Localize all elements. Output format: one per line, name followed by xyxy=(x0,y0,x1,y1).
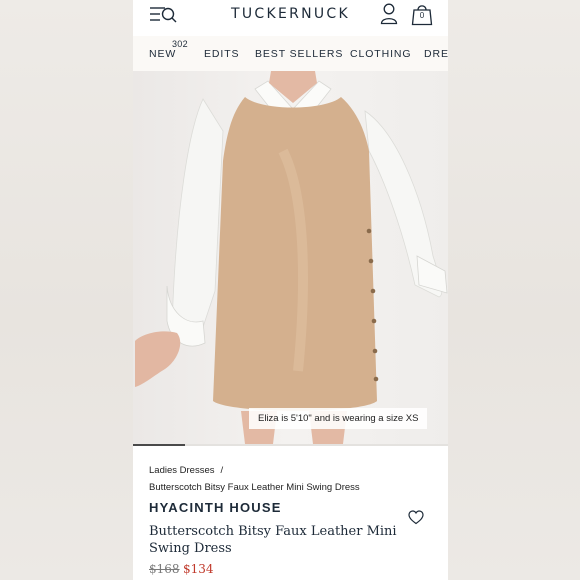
breadcrumb-separator: / xyxy=(220,465,224,476)
breadcrumb-parent[interactable]: Ladies Dresses xyxy=(149,465,214,476)
phone-screen: TUCKERNUCK 0 302 NEW EDITS BEST SELLERS … xyxy=(133,0,448,580)
nav-item-best-sellers[interactable]: BEST SELLERS xyxy=(255,48,343,60)
product-title: Butterscotch Bitsy Faux Leather Mini Swi… xyxy=(149,524,397,556)
carousel-indicator-active xyxy=(133,444,185,446)
backdrop-right xyxy=(448,0,580,580)
product-brand[interactable]: HYACINTH HOUSE xyxy=(149,500,282,515)
user-icon[interactable] xyxy=(380,3,398,25)
breadcrumb-current: Butterscotch Bitsy Faux Leather Mini Swi… xyxy=(149,482,360,493)
breadcrumb: Ladies Dresses / Butterscotch Bitsy Faux … xyxy=(149,462,360,496)
original-price: $168 xyxy=(149,562,180,576)
heart-icon[interactable] xyxy=(408,510,424,525)
nav-item-dresses[interactable]: DRES xyxy=(424,48,448,60)
site-header: TUCKERNUCK 0 xyxy=(133,0,448,36)
nav-item-clothing[interactable]: CLOTHING xyxy=(350,48,411,60)
model-size-caption: Eliza is 5'10" and is wearing a size XS xyxy=(249,408,428,429)
category-nav: 302 NEW EDITS BEST SELLERS CLOTHING DRES xyxy=(133,36,448,72)
backdrop-left xyxy=(0,0,133,580)
sale-price: $134 xyxy=(183,562,214,576)
brand-logo[interactable]: TUCKERNUCK xyxy=(133,6,448,22)
product-image[interactable]: Eliza is 5'10" and is wearing a size XS xyxy=(133,71,448,444)
carousel-indicator xyxy=(133,444,448,446)
bag-count: 0 xyxy=(419,11,425,20)
nav-item-new[interactable]: NEW xyxy=(149,48,176,60)
bag-icon[interactable]: 0 xyxy=(411,3,433,26)
nav-item-edits[interactable]: EDITS xyxy=(204,48,239,60)
